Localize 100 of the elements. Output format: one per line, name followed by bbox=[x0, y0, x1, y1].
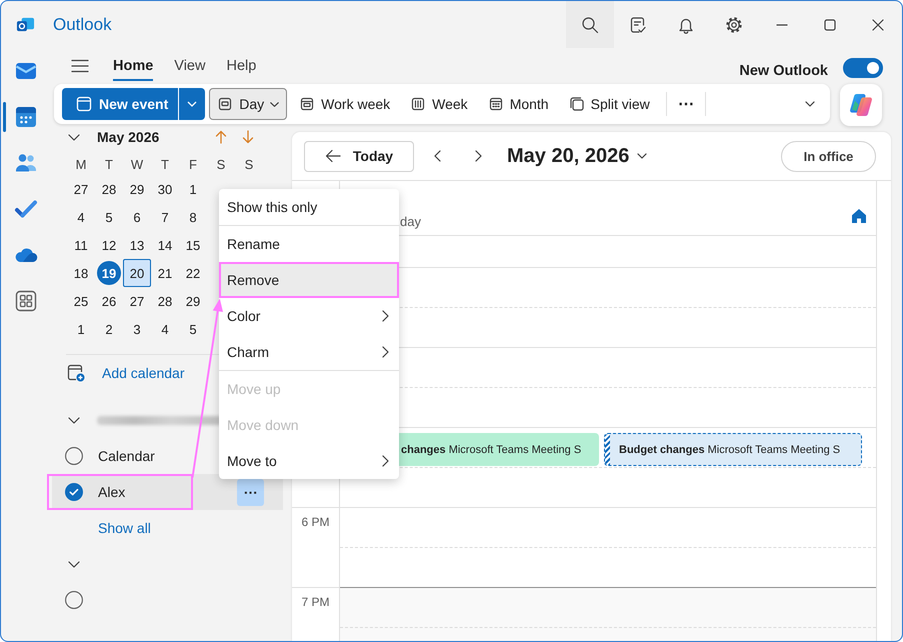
clipboard-check-icon bbox=[629, 16, 647, 34]
calendar-day[interactable]: 20 bbox=[123, 259, 151, 287]
chevron-down-icon bbox=[805, 101, 815, 107]
assistant-button[interactable] bbox=[840, 84, 882, 126]
date-picker-button[interactable]: May 20, 2026 bbox=[507, 144, 648, 168]
app-logo-icon bbox=[16, 15, 35, 34]
empty-circle-icon[interactable] bbox=[65, 591, 83, 609]
chevron-left-icon bbox=[434, 150, 440, 162]
calendar-day[interactable]: 5 bbox=[179, 315, 207, 343]
calendar-day[interactable]: 14 bbox=[151, 231, 179, 259]
app-title: Outlook bbox=[53, 14, 112, 34]
view-button[interactable]: Work week bbox=[291, 88, 398, 120]
calendar-day[interactable]: 28 bbox=[151, 287, 179, 315]
chevron-down-icon bbox=[270, 102, 280, 106]
weekday-label: M bbox=[76, 156, 86, 172]
more-options-button[interactable]: ⋯ bbox=[674, 90, 697, 118]
calendar-event[interactable]: Budget changes Microsoft Teams Meeting S bbox=[604, 433, 862, 466]
chevron-down-icon bbox=[637, 153, 648, 159]
calendar-day[interactable]: 1 bbox=[179, 175, 207, 203]
calendar-day[interactable]: 19 bbox=[97, 261, 121, 285]
calendar-day[interactable]: 28 bbox=[95, 175, 123, 203]
today-button[interactable]: Today bbox=[304, 140, 414, 172]
multicolor-swirl-icon bbox=[848, 92, 874, 118]
menu-item[interactable]: Remove bbox=[219, 262, 399, 298]
add-calendar-button[interactable]: Add calendar bbox=[51, 355, 185, 391]
menu-item[interactable]: Rename bbox=[219, 226, 399, 262]
weekday-label: S bbox=[244, 156, 254, 172]
weekday-label: T bbox=[161, 156, 169, 172]
new-outlook-toggle[interactable] bbox=[843, 58, 883, 78]
split-view-icon bbox=[568, 96, 585, 112]
ribbon-tab[interactable]: Home bbox=[113, 54, 154, 80]
day-header: day bbox=[400, 214, 421, 229]
calendar-day[interactable]: 5 bbox=[95, 203, 123, 231]
calendar-day[interactable]: 18 bbox=[67, 259, 95, 287]
menu-item[interactable]: Show this only bbox=[219, 189, 399, 225]
calendar-day[interactable]: 4 bbox=[151, 315, 179, 343]
chevron-down-icon bbox=[187, 101, 198, 107]
calendar-icon bbox=[14, 105, 38, 129]
weekday-label: W bbox=[130, 156, 144, 172]
empty-circle-icon[interactable] bbox=[65, 447, 83, 465]
calendar-day[interactable]: 25 bbox=[67, 287, 95, 315]
settings-icon bbox=[725, 16, 743, 34]
calendar-day[interactable]: 15 bbox=[179, 231, 207, 259]
calendar-day[interactable]: 26 bbox=[95, 287, 123, 315]
view-button[interactable]: Split view bbox=[560, 88, 658, 120]
menu-item[interactable]: Color bbox=[219, 298, 399, 334]
work-location-button[interactable]: In office bbox=[781, 140, 876, 172]
view-button[interactable]: Week bbox=[402, 88, 476, 120]
down-arrow-icon bbox=[242, 130, 254, 144]
up-arrow-icon bbox=[215, 130, 227, 144]
time-label: 6 PM bbox=[301, 515, 330, 529]
new-event-button[interactable]: New event bbox=[62, 88, 178, 120]
view-button[interactable]: Day bbox=[209, 88, 288, 120]
calendar-day[interactable]: 13 bbox=[123, 231, 151, 259]
calendar-event[interactable]: changes Microsoft Teams Meeting S bbox=[399, 433, 599, 466]
calendar-day[interactable]: 22 bbox=[179, 259, 207, 287]
calendar-day[interactable]: 29 bbox=[123, 175, 151, 203]
ribbon-tab[interactable]: View bbox=[174, 54, 206, 80]
menu-icon bbox=[71, 59, 89, 73]
left-arrow-icon bbox=[324, 149, 341, 163]
chevron-down-icon bbox=[68, 416, 80, 424]
calendar-icon bbox=[76, 96, 92, 112]
calendar-day[interactable]: 29 bbox=[179, 287, 207, 315]
house-icon bbox=[851, 208, 867, 224]
day-view-icon bbox=[217, 96, 234, 112]
calendar-day[interactable]: 4 bbox=[67, 203, 95, 231]
search-button[interactable] bbox=[566, 1, 614, 48]
close-icon bbox=[872, 18, 884, 30]
view-button[interactable]: Month bbox=[480, 88, 557, 120]
chevron-right-icon bbox=[474, 150, 482, 162]
calendar-day[interactable]: 21 bbox=[151, 259, 179, 287]
show-all-link[interactable]: Show all bbox=[98, 520, 151, 536]
chevron-right-icon bbox=[382, 346, 389, 358]
chevron-right-icon bbox=[382, 310, 389, 322]
chevron-down-icon bbox=[68, 134, 80, 140]
ribbon-tab[interactable]: Help bbox=[226, 54, 256, 80]
calendar-day[interactable]: 1 bbox=[67, 315, 95, 343]
chevron-right-icon bbox=[382, 455, 389, 467]
new-event-dropdown-button[interactable] bbox=[179, 88, 206, 120]
calendar-day[interactable]: 7 bbox=[151, 203, 179, 231]
more-options-button[interactable]: ⋯ bbox=[237, 478, 264, 506]
time-label: 7 PM bbox=[301, 595, 330, 609]
calendar-day[interactable]: 27 bbox=[67, 175, 95, 203]
calendar-day[interactable]: 8 bbox=[179, 203, 207, 231]
apps-grid-icon bbox=[14, 289, 38, 313]
checked-circle-icon[interactable] bbox=[65, 483, 83, 501]
new-outlook-label: New Outlook bbox=[739, 63, 828, 79]
calendar-day[interactable]: 30 bbox=[151, 175, 179, 203]
calendar-day[interactable]: 27 bbox=[123, 287, 151, 315]
calendar-day[interactable]: 3 bbox=[123, 315, 151, 343]
minimize-icon bbox=[776, 24, 788, 26]
month-view-icon bbox=[488, 96, 504, 112]
weekday-label: S bbox=[216, 156, 226, 172]
calendar-day[interactable]: 12 bbox=[95, 231, 123, 259]
menu-item[interactable]: Charm bbox=[219, 334, 399, 370]
search-icon bbox=[581, 16, 599, 34]
calendar-day[interactable]: 2 bbox=[95, 315, 123, 343]
calendar-day[interactable]: 11 bbox=[67, 231, 95, 259]
month-title: May 2026 bbox=[97, 129, 160, 145]
calendar-day[interactable]: 6 bbox=[123, 203, 151, 231]
